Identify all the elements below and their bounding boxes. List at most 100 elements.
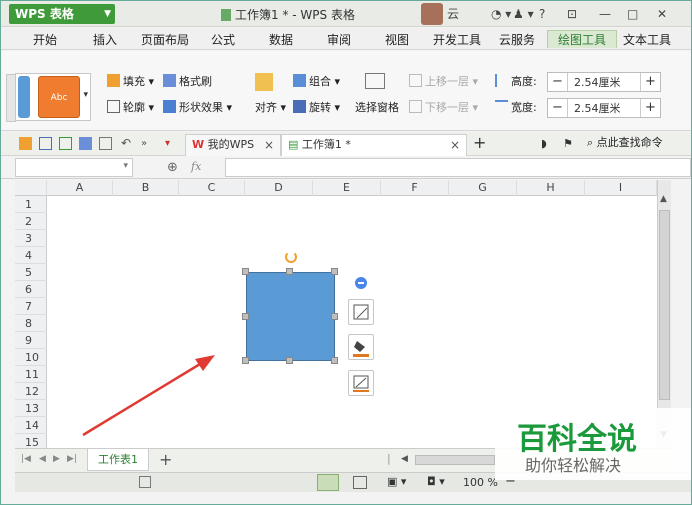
column-header[interactable]: C [179, 180, 245, 196]
column-header[interactable]: B [113, 180, 179, 196]
resize-handle[interactable] [331, 357, 338, 364]
row-header[interactable]: 12 [15, 383, 47, 400]
tab-splitter[interactable]: | [387, 452, 391, 465]
row-header[interactable]: 7 [15, 298, 47, 315]
gallery-more-icon[interactable]: ▾ [83, 90, 88, 100]
format-painter-button[interactable]: 格式刷 [163, 73, 212, 91]
tab-workbook1[interactable]: ▤ 工作簿1 * × [281, 134, 467, 156]
shape-style-gallery[interactable]: Abc ▾ [6, 73, 91, 122]
tab-text-tools[interactable]: 文本工具 [623, 31, 671, 49]
height-value[interactable]: 2.54厘米 [574, 74, 621, 90]
column-header[interactable]: E [313, 180, 381, 196]
row-header[interactable]: 8 [15, 315, 47, 332]
restore-ribbon-icon[interactable]: ⊡ [567, 4, 577, 24]
sheet-tab[interactable]: 工作表1 [87, 449, 149, 471]
maximize-button[interactable]: □ [627, 4, 638, 24]
width-value[interactable]: 2.54厘米 [574, 100, 621, 116]
horizontal-scrollbar[interactable] [415, 455, 495, 465]
style-swatch-blue[interactable] [18, 76, 30, 118]
row-header[interactable]: 11 [15, 366, 47, 383]
bring-forward-button[interactable]: 上移一层 ▾ [409, 73, 478, 91]
first-sheet-icon[interactable]: |◀ [21, 454, 31, 464]
chevron-down-icon[interactable]: ▾ [123, 161, 128, 171]
resize-handle[interactable] [286, 268, 293, 275]
close-button[interactable]: ✕ [657, 4, 667, 24]
help-button[interactable]: ? [539, 4, 545, 24]
row-header[interactable]: 13 [15, 400, 47, 417]
row-header[interactable]: 4 [15, 247, 47, 264]
tab-start[interactable]: 开始 [33, 31, 57, 49]
zoom-search-icon[interactable]: ⊕ [167, 160, 178, 175]
resize-handle[interactable] [242, 357, 249, 364]
name-box[interactable]: ▾ [15, 158, 133, 177]
gallery-scroll-left[interactable] [6, 74, 16, 122]
align-icon[interactable] [255, 73, 285, 97]
save-icon[interactable] [39, 137, 52, 150]
rectangle-shape[interactable] [246, 272, 335, 361]
user-name[interactable]: 云 [447, 4, 459, 24]
avatar[interactable] [421, 3, 443, 25]
rotate-handle-icon[interactable] [285, 251, 297, 263]
reading-mode-icon[interactable]: ◘ ▾ [427, 475, 445, 488]
resize-handle[interactable] [242, 268, 249, 275]
resize-handle[interactable] [286, 357, 293, 364]
row-header[interactable]: 1 [15, 196, 47, 213]
fill-color-button[interactable] [348, 334, 374, 360]
normal-view-icon[interactable] [317, 474, 339, 491]
align-button[interactable]: 对齐 ▾ [255, 99, 286, 117]
preview-icon[interactable] [99, 137, 112, 150]
tab-cloud-service[interactable]: 云服务 [499, 31, 535, 49]
tab-review[interactable]: 审阅 [327, 31, 351, 49]
row-header[interactable]: 5 [15, 264, 47, 281]
zoom-level[interactable]: 100 % [463, 476, 498, 489]
page-layout-view-icon[interactable]: ▣ ▾ [387, 475, 406, 488]
shape-effects-button[interactable]: 形状效果 ▾ [163, 99, 232, 117]
next-sheet-icon[interactable]: ▶ [53, 454, 60, 464]
open-icon[interactable] [19, 137, 32, 150]
skin-icon[interactable]: ◔ ▾ [491, 4, 511, 24]
tab-drawing-tools[interactable]: 绘图工具 [547, 30, 618, 48]
close-icon[interactable]: × [450, 135, 460, 155]
group-button[interactable]: 组合 ▾ [293, 73, 340, 91]
resize-handle[interactable] [242, 313, 249, 320]
command-search[interactable]: ⌕ 点此查找命令 [587, 134, 663, 152]
scroll-up-icon[interactable]: ▲ [660, 194, 667, 204]
column-header[interactable]: I [585, 180, 657, 196]
row-header[interactable]: 14 [15, 417, 47, 434]
tab-page-layout[interactable]: 页面布局 [141, 31, 189, 49]
row-header[interactable]: 6 [15, 281, 47, 298]
row-header[interactable]: 3 [15, 230, 47, 247]
column-header[interactable]: F [381, 180, 449, 196]
column-header[interactable]: G [449, 180, 517, 196]
column-header[interactable]: A [47, 180, 113, 196]
scroll-thumb[interactable] [659, 210, 670, 400]
width-stepper[interactable]: − 2.54厘米 + [547, 98, 661, 118]
share-icon[interactable]: ◗ [541, 137, 554, 150]
fx-icon[interactable]: fx [191, 160, 201, 173]
tab-view[interactable]: 视图 [385, 31, 409, 49]
resize-handle[interactable] [331, 268, 338, 275]
macro-icon[interactable] [139, 476, 151, 488]
row-header[interactable]: 10 [15, 349, 47, 366]
column-header[interactable]: H [517, 180, 585, 196]
send-backward-button[interactable]: 下移一层 ▾ [409, 99, 478, 117]
undo-icon[interactable]: ↶ [121, 137, 134, 150]
select-all-corner[interactable] [15, 180, 47, 196]
page-break-view-icon[interactable] [353, 476, 367, 489]
style-swatch-orange[interactable]: Abc [38, 76, 80, 118]
edit-shape-button[interactable] [348, 299, 374, 325]
add-sheet-icon[interactable]: + [159, 450, 172, 469]
tab-data[interactable]: 数据 [269, 31, 293, 49]
width-increase-button[interactable]: + [640, 99, 660, 117]
prev-sheet-icon[interactable]: ◀ [39, 454, 46, 464]
selection-pane-icon[interactable] [365, 73, 391, 97]
tab-developer[interactable]: 开发工具 [433, 31, 481, 49]
resize-handle[interactable] [331, 313, 338, 320]
flag-icon[interactable]: ⚑ [563, 137, 576, 150]
tab-my-wps[interactable]: W 我的WPS × [185, 134, 281, 156]
minimize-button[interactable]: — [599, 4, 611, 24]
customize-icon[interactable]: ▾ [165, 137, 178, 150]
selection-pane-button[interactable]: 选择窗格 [355, 99, 399, 117]
outline-button[interactable]: 轮廓 ▾ [107, 99, 154, 117]
close-icon[interactable]: × [264, 135, 274, 155]
